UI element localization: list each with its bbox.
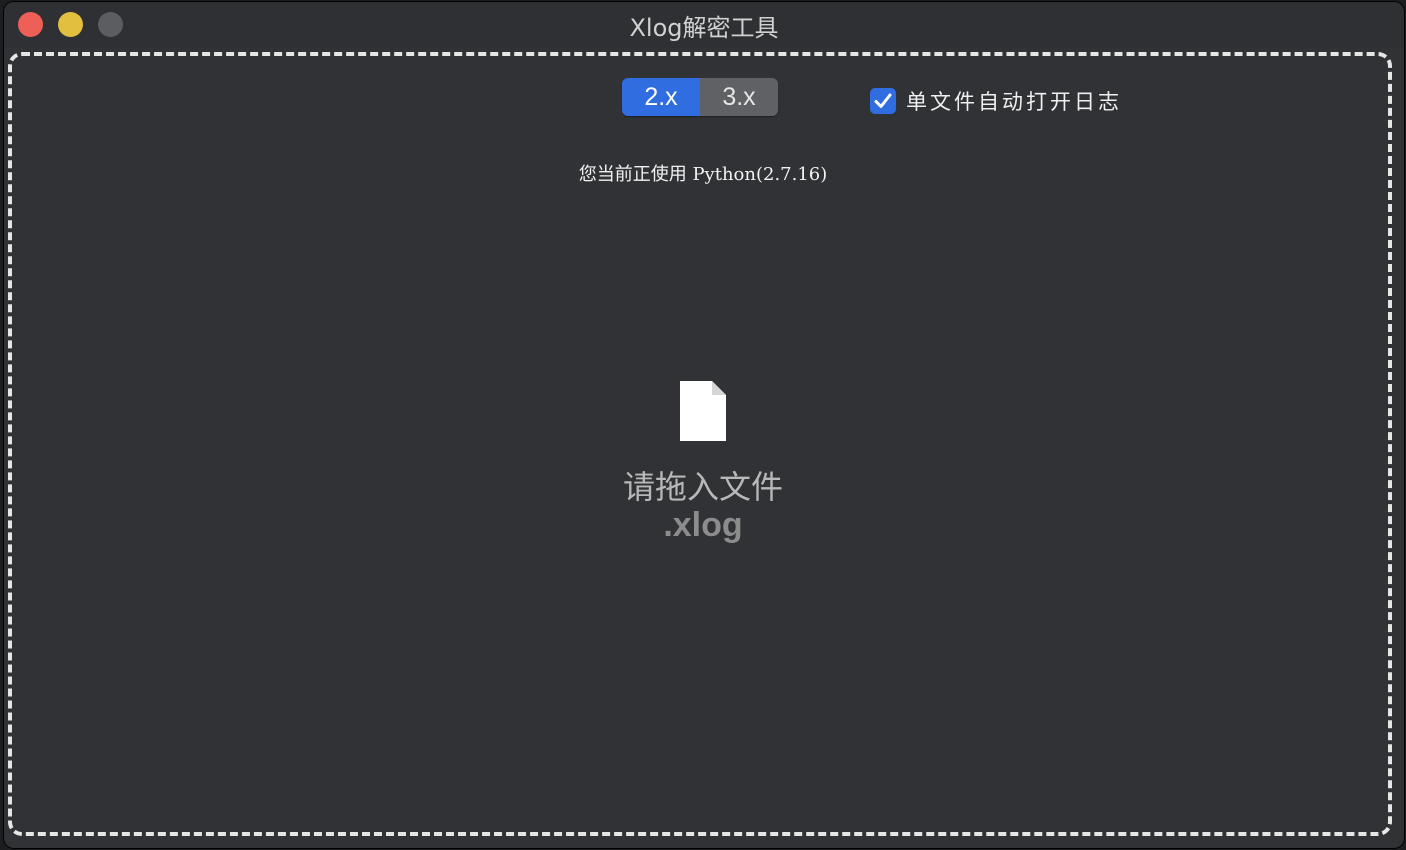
file-icon bbox=[680, 381, 726, 445]
version-option-3x[interactable]: 3.x bbox=[700, 78, 778, 116]
auto-open-log-checkbox[interactable] bbox=[870, 88, 896, 114]
version-option-2x[interactable]: 2.x bbox=[622, 78, 700, 116]
window-title: Xlog解密工具 bbox=[629, 14, 779, 42]
auto-open-log-option[interactable]: 单文件自动打开日志 bbox=[870, 86, 1122, 116]
drop-prompt: 请拖入文件 bbox=[622, 468, 783, 506]
auto-open-log-label: 单文件自动打开日志 bbox=[906, 90, 1122, 114]
checkmark-icon bbox=[874, 93, 892, 108]
version-segmented-control[interactable]: 2.x 3.x bbox=[622, 78, 778, 116]
python-version-text: 您当前正使用 Python(2.7.16) bbox=[578, 164, 828, 185]
file-extension-hint: .xlog bbox=[663, 506, 743, 544]
title-bar: Xlog解密工具 bbox=[4, 2, 1404, 48]
